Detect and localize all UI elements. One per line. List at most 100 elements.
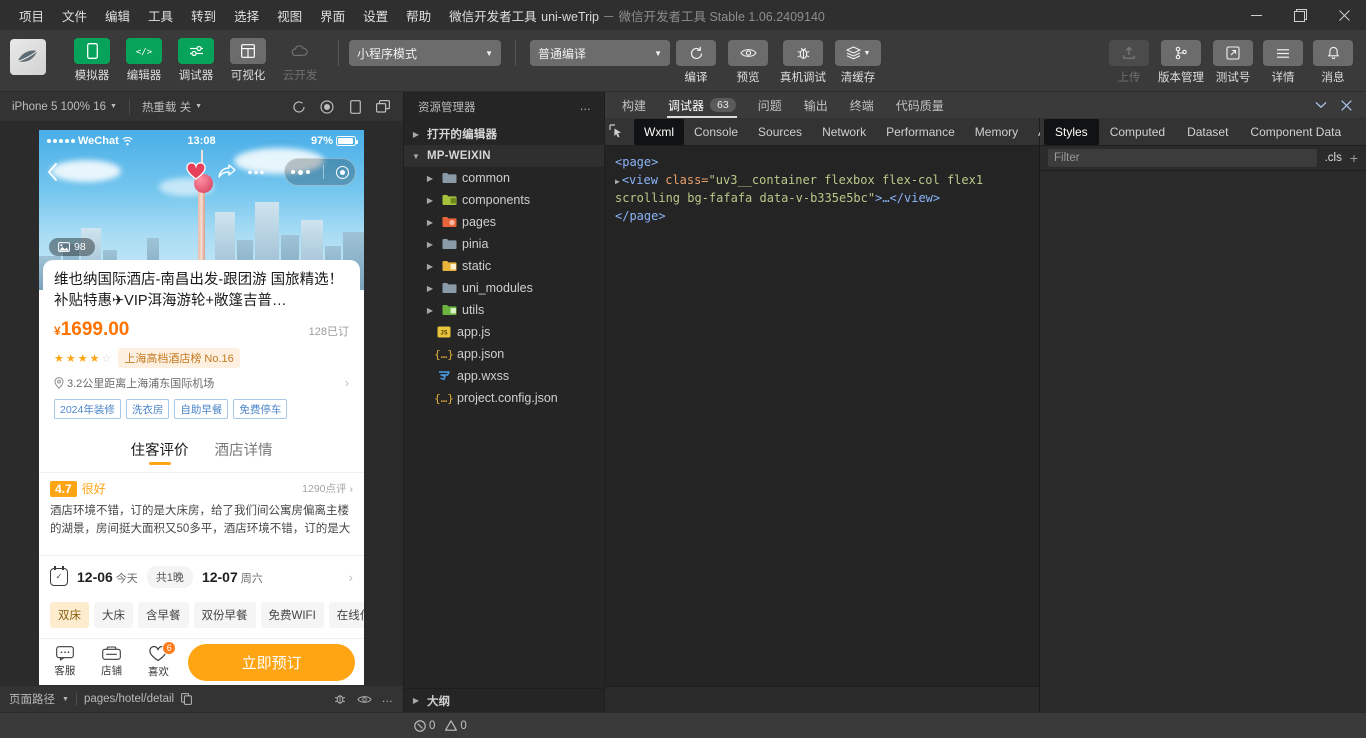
chevron-down-icon[interactable]: ▼: [62, 696, 69, 703]
styles-tab-styles[interactable]: Styles: [1044, 118, 1099, 145]
tree-item-app-json[interactable]: {…} app.json: [404, 343, 604, 365]
menu-item-file[interactable]: 文件: [53, 3, 96, 28]
maximize-button[interactable]: [1278, 0, 1322, 30]
compile-select[interactable]: 普通编译 ▼: [530, 40, 670, 66]
panel-tab-problems[interactable]: 问题: [747, 92, 793, 118]
panel-tab-code-quality[interactable]: 代码质量: [885, 92, 955, 118]
menu-item-select[interactable]: 选择: [225, 3, 268, 28]
tree-item-pinia[interactable]: ▶ pinia: [404, 233, 604, 255]
review-count[interactable]: 1290点评 ›: [302, 481, 353, 496]
facility-tag[interactable]: 洗衣房: [125, 399, 170, 420]
tree-item-pages[interactable]: ▶ pages: [404, 211, 604, 233]
menu-item-project[interactable]: 项目: [10, 3, 53, 28]
filter-chip[interactable]: 含早餐: [138, 602, 189, 629]
action-preview[interactable]: 预览: [722, 30, 774, 85]
bug-icon[interactable]: [333, 692, 347, 706]
styles-tab-component-data[interactable]: Component Data: [1239, 119, 1352, 145]
chevron-down-icon[interactable]: [1315, 101, 1327, 109]
menu-item-goto[interactable]: 转到: [182, 3, 225, 28]
action-compile[interactable]: 编译: [670, 30, 722, 85]
tool-visualizer[interactable]: 可视化: [224, 30, 272, 83]
tool-debugger[interactable]: 调试器: [172, 30, 220, 83]
filter-chip[interactable]: 双床: [50, 602, 89, 629]
tree-item-static[interactable]: ▶ static: [404, 255, 604, 277]
tree-item-uni-modules[interactable]: ▶ uni_modules: [404, 277, 604, 299]
inspector-tab-memory[interactable]: Memory: [965, 119, 1028, 145]
action-upload[interactable]: 上传: [1104, 30, 1154, 85]
explorer-outline-section[interactable]: ▶ 大纲: [404, 688, 604, 712]
explorer-section-mp-weixin[interactable]: ▼ MP-WEIXIN: [404, 145, 604, 167]
tool-cloud[interactable]: 云开发: [276, 30, 324, 83]
tree-item-app-wxss[interactable]: app.wxss: [404, 365, 604, 387]
record-icon[interactable]: [313, 96, 341, 118]
explorer-section-open-editors[interactable]: ▶ 打开的编辑器: [404, 123, 604, 145]
minimize-button[interactable]: [1234, 0, 1278, 30]
tree-item-components[interactable]: ▶ components: [404, 189, 604, 211]
location-row[interactable]: 3.2公里距离上海浦东国际机场 ›: [54, 375, 349, 391]
tab-hotel-details[interactable]: 酒店详情: [215, 439, 273, 465]
footer-favorite[interactable]: 6 喜欢: [142, 640, 177, 679]
menu-item-interface[interactable]: 界面: [311, 3, 354, 28]
styles-filter-input[interactable]: Filter: [1048, 149, 1317, 167]
element-picker-icon[interactable]: [609, 121, 624, 143]
inspector-tab-network[interactable]: Network: [812, 119, 876, 145]
action-clear-cache[interactable]: ▼ 清缓存: [832, 30, 884, 85]
styles-tab-dataset[interactable]: Dataset: [1176, 119, 1239, 145]
more-icon[interactable]: …: [382, 693, 395, 705]
device-select[interactable]: iPhone 5 100% 16 ▼: [6, 101, 123, 113]
footer-shop[interactable]: 店铺: [95, 646, 129, 678]
tree-item-app-js[interactable]: JS app.js: [404, 321, 604, 343]
panel-tab-build[interactable]: 构建: [611, 92, 657, 118]
date-picker-row[interactable]: ✓ 12-06 今天 共1晚 12-07 周六 ›: [39, 555, 364, 599]
eye-icon[interactable]: [356, 694, 372, 705]
action-version-control[interactable]: 版本管理: [1154, 30, 1208, 85]
filter-chip[interactable]: 在线付: [328, 602, 364, 629]
wxml-code-view[interactable]: <page> ▶ <view class="uv3__container flex…: [605, 146, 1039, 686]
action-details[interactable]: 详情: [1258, 30, 1308, 85]
add-rule-icon[interactable]: +: [1350, 150, 1358, 166]
panel-tab-debugger[interactable]: 调试器 63: [657, 92, 747, 118]
tab-guest-reviews[interactable]: 住客评价: [131, 439, 189, 465]
page-path-label[interactable]: 页面路径: [9, 691, 55, 707]
error-count-group[interactable]: 0: [414, 720, 435, 732]
panel-tab-terminal[interactable]: 终端: [839, 92, 885, 118]
facility-tag[interactable]: 自助早餐: [174, 399, 229, 420]
tree-item-utils[interactable]: ▶ utils: [404, 299, 604, 321]
menu-item-view[interactable]: 视图: [268, 3, 311, 28]
styles-tab-computed[interactable]: Computed: [1099, 119, 1176, 145]
review-summary[interactable]: 4.7 很好 1290点评 › 酒店环境不错，订的是大床房，给了我们间公寓房偏离…: [39, 472, 364, 550]
mode-select[interactable]: 小程序模式 ▼: [349, 40, 501, 66]
tool-editor[interactable]: </> 编辑器: [120, 30, 168, 83]
menu-item-devtools[interactable]: 微信开发者工具: [440, 3, 546, 28]
styles-rules-body[interactable]: [1040, 171, 1366, 712]
facility-tag[interactable]: 2024年装修: [54, 399, 121, 420]
close-icon[interactable]: [1341, 99, 1352, 111]
menu-item-settings[interactable]: 设置: [354, 3, 397, 28]
action-messages[interactable]: 消息: [1308, 30, 1358, 85]
cls-toggle[interactable]: .cls: [1325, 152, 1342, 164]
facility-tag[interactable]: 免费停车: [233, 399, 288, 420]
inspector-tab-console[interactable]: Console: [684, 119, 748, 145]
inspector-tab-wxml[interactable]: Wxml: [634, 118, 684, 145]
expand-arrow-icon[interactable]: ▶: [615, 177, 620, 186]
filter-chip[interactable]: 双份早餐: [193, 602, 256, 629]
action-test-account[interactable]: 测试号: [1208, 30, 1258, 85]
book-now-button[interactable]: 立即预订: [188, 643, 355, 681]
action-real-debug[interactable]: 真机调试: [774, 30, 832, 85]
tree-item-project-config[interactable]: {…} project.config.json: [404, 387, 604, 409]
rotate-icon[interactable]: [341, 96, 369, 118]
menu-item-tools[interactable]: 工具: [139, 3, 182, 28]
menu-item-help[interactable]: 帮助: [397, 3, 440, 28]
inspector-tab-sources[interactable]: Sources: [748, 119, 812, 145]
warning-count-group[interactable]: 0: [445, 720, 467, 732]
copy-icon[interactable]: [181, 693, 192, 705]
explorer-more-icon[interactable]: …: [580, 101, 593, 113]
window-icon[interactable]: [369, 96, 397, 118]
panel-tab-output[interactable]: 输出: [793, 92, 839, 118]
hotreload-select[interactable]: 热重载 关 ▼: [136, 99, 208, 115]
refresh-icon[interactable]: [285, 96, 313, 118]
filter-chip[interactable]: 免费WIFI: [260, 602, 324, 629]
tool-simulator[interactable]: 模拟器: [68, 30, 116, 83]
inspector-tab-performance[interactable]: Performance: [876, 119, 965, 145]
filter-chip[interactable]: 大床: [94, 602, 133, 629]
